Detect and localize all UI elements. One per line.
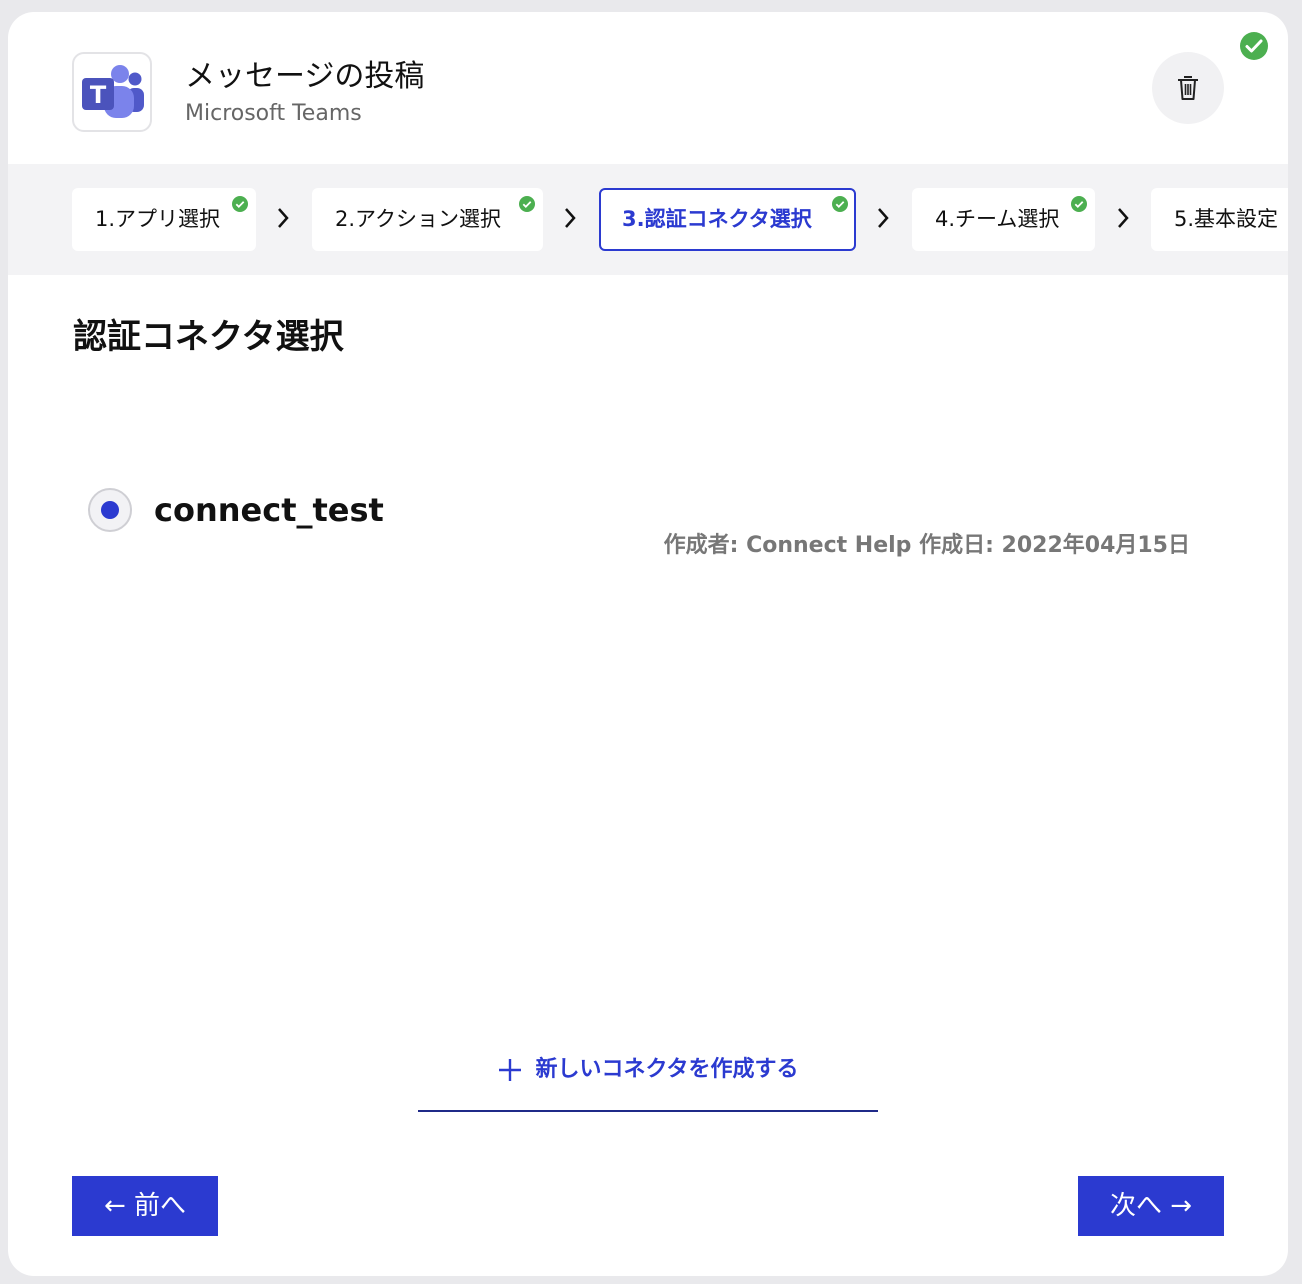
page-title: メッセージの投稿	[185, 59, 425, 94]
trash-icon	[1178, 76, 1198, 100]
svg-text:T: T	[90, 81, 107, 109]
create-connector-label: 新しいコネクタを作成する	[535, 1057, 799, 1082]
microsoft-teams-icon: T	[72, 52, 152, 132]
header: T メッセージの投稿 Microsoft Teams	[8, 12, 1288, 164]
chevron-right-icon	[1118, 208, 1129, 228]
step-4-team-select[interactable]: 4.チーム選択	[912, 188, 1095, 251]
step-complete-check-icon	[832, 196, 848, 212]
connector-name[interactable]: connect_test	[154, 489, 384, 531]
step-2-action-select[interactable]: 2.アクション選択	[312, 188, 543, 251]
step-complete-check-icon	[1071, 196, 1087, 212]
step-1-app-select[interactable]: 1.アプリ選択	[72, 188, 256, 251]
app-name: Microsoft Teams	[185, 101, 362, 126]
step-3-connector-select[interactable]: 3.認証コネクタ選択	[599, 188, 856, 251]
delete-button[interactable]	[1152, 52, 1224, 124]
step-complete-check-icon	[519, 196, 535, 212]
section-title: 認証コネクタ選択	[73, 317, 344, 357]
connector-radio[interactable]	[88, 488, 132, 532]
connector-meta: 作成者: Connect Help 作成日: 2022年04月15日	[663, 533, 1190, 558]
chevron-right-icon	[878, 208, 889, 228]
step-card: T メッセージの投稿 Microsoft Teams 1.アプリ選択 2.アクシ…	[8, 12, 1288, 1276]
chevron-right-icon	[565, 208, 576, 228]
radio-selected-dot	[101, 501, 119, 519]
plus-icon	[499, 1059, 522, 1081]
create-connector-button[interactable]: 新しいコネクタを作成する	[418, 1048, 878, 1112]
check-circle-icon	[1240, 32, 1268, 60]
step-complete-check-icon	[232, 196, 248, 212]
step-5-basic-settings[interactable]: 5.基本設定	[1151, 188, 1288, 251]
next-button[interactable]: 次へ →	[1078, 1176, 1224, 1236]
step-progress-bar: 1.アプリ選択 2.アクション選択 3.認証コネクタ選択 4.チーム選択 5.基…	[8, 164, 1288, 275]
chevron-right-icon	[278, 208, 289, 228]
prev-button[interactable]: ← 前へ	[72, 1176, 218, 1236]
